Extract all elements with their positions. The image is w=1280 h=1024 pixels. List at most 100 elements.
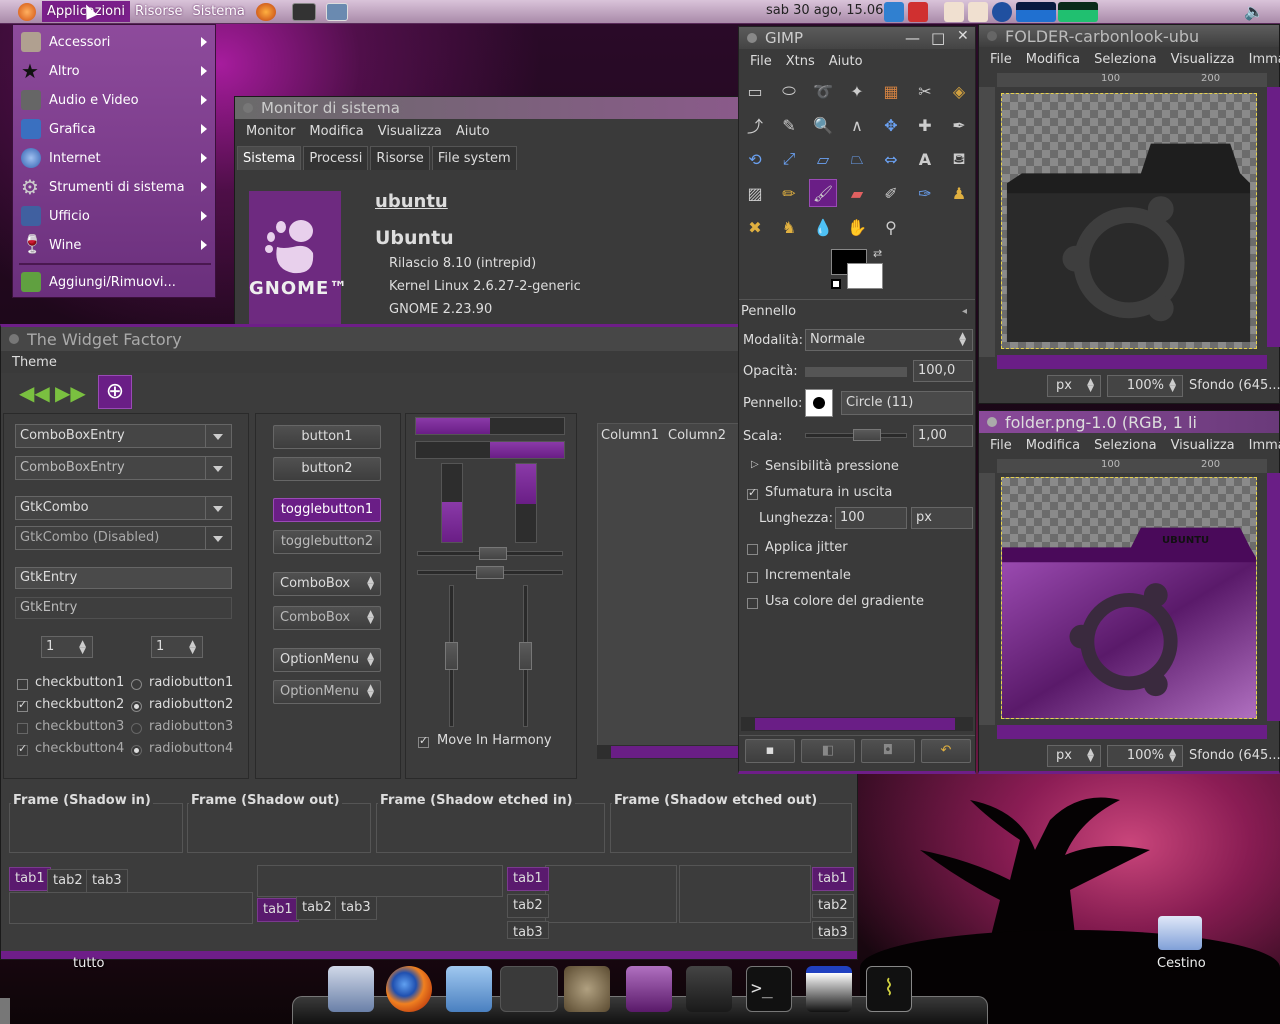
delete-options-icon[interactable]: ◘ bbox=[861, 739, 915, 763]
comboboxentry-2[interactable]: ComboBoxEntry bbox=[15, 456, 232, 480]
spinbutton-1[interactable]: 1 ▲ ▼ bbox=[41, 636, 93, 658]
gradient-color-label[interactable]: Usa colore del gradiente bbox=[765, 594, 924, 609]
window-menu-icon[interactable] bbox=[987, 31, 997, 41]
menu-file[interactable]: File bbox=[743, 54, 779, 69]
shear-icon[interactable]: ▱ bbox=[809, 145, 837, 173]
update-arrow-icon[interactable] bbox=[884, 2, 904, 22]
notebook-left-tab3[interactable]: tab3 bbox=[507, 921, 549, 939]
menu-immagine[interactable]: Immag bbox=[1242, 438, 1280, 453]
image-canvas[interactable] bbox=[1001, 93, 1257, 349]
tray-app-icon[interactable] bbox=[944, 2, 964, 22]
menu-immagine[interactable]: Immag bbox=[1242, 52, 1280, 67]
panel-clock[interactable]: sab 30 ago, 15.06 bbox=[766, 3, 883, 18]
restore-options-icon[interactable]: ◧ bbox=[801, 739, 855, 763]
default-colors-icon[interactable] bbox=[831, 279, 841, 289]
menu-sistema[interactable]: Sistema bbox=[187, 1, 249, 22]
notebook-right-tab3[interactable]: tab3 bbox=[812, 921, 854, 939]
length-unit-combo[interactable]: px bbox=[911, 507, 973, 529]
system-monitor-icon[interactable]: ⌇ bbox=[866, 966, 912, 1012]
menu-item-audio-video[interactable]: Audio e Video bbox=[13, 86, 215, 114]
scale-slider-thumb[interactable] bbox=[853, 429, 881, 441]
memory-monitor-graph[interactable] bbox=[1058, 2, 1098, 22]
smudge-icon[interactable]: ✋ bbox=[843, 213, 871, 241]
menu-visualizza[interactable]: Visualizza bbox=[1164, 438, 1242, 453]
gtkcombo[interactable]: GtkCombo bbox=[15, 496, 232, 520]
menu-modifica[interactable]: Modifica bbox=[1019, 438, 1087, 453]
menu-visualizza[interactable]: Visualizza bbox=[1164, 52, 1242, 67]
column1-header[interactable]: Column1 bbox=[601, 428, 659, 443]
firefox-icon[interactable] bbox=[386, 966, 432, 1012]
eraser-icon[interactable]: ▰ bbox=[843, 179, 871, 207]
blur-icon[interactable]: 💧 bbox=[809, 213, 837, 241]
back-icon[interactable]: ◀◀ bbox=[19, 381, 50, 405]
airbrush-icon[interactable]: ✐ bbox=[877, 179, 905, 207]
opacity-slider[interactable] bbox=[805, 367, 907, 377]
close-icon[interactable]: ✕ bbox=[957, 28, 969, 44]
move-in-harmony-box[interactable] bbox=[418, 734, 429, 748]
vscale-2-thumb[interactable] bbox=[519, 642, 532, 670]
treeview-hscrollbar[interactable] bbox=[597, 745, 739, 759]
scissors-icon[interactable]: ✂ bbox=[911, 77, 939, 105]
optionmenu-2[interactable]: OptionMenu ▲ ▼ bbox=[273, 680, 381, 704]
expander-arrow-icon[interactable]: ▷ bbox=[751, 459, 759, 470]
terminal-icon[interactable]: >_ bbox=[746, 966, 792, 1012]
notebook-right-tab2[interactable]: tab2 bbox=[812, 894, 854, 918]
radiobutton2-circle[interactable] bbox=[131, 701, 142, 712]
zoom-combo[interactable]: 100% ▲ ▼ bbox=[1107, 375, 1183, 397]
fuzzy-select-icon[interactable]: ✦ bbox=[843, 77, 871, 105]
radiobutton2-label[interactable]: radiobutton2 bbox=[149, 697, 233, 712]
incremental-checkbox[interactable] bbox=[747, 572, 758, 583]
gradient-doc-icon[interactable] bbox=[806, 966, 852, 1012]
notebook-bottom-tab1[interactable]: tab1 bbox=[257, 898, 299, 922]
fade-out-label[interactable]: Sfumatura in uscita bbox=[765, 485, 892, 500]
perspective-clone-icon[interactable]: ♞ bbox=[775, 213, 803, 241]
notebook-left-tab1[interactable]: tab1 bbox=[507, 867, 549, 891]
menu-seleziona[interactable]: Seleziona bbox=[1087, 438, 1163, 453]
volume-icon[interactable]: 🔈 bbox=[1244, 2, 1266, 22]
scroll-thumb[interactable] bbox=[755, 718, 955, 730]
forward-icon[interactable]: ▶▶ bbox=[55, 381, 86, 405]
menu-item-internet[interactable]: Internet bbox=[13, 144, 215, 172]
move-icon[interactable]: ✥ bbox=[877, 111, 905, 139]
menu-theme[interactable]: Theme bbox=[5, 355, 64, 370]
image-canvas[interactable]: UBUNTU bbox=[1001, 477, 1257, 719]
window-menu-icon[interactable] bbox=[9, 334, 19, 344]
notebook-top-tab1[interactable]: tab1 bbox=[9, 867, 51, 891]
measure-icon[interactable]: ∧ bbox=[843, 111, 871, 139]
power-icon[interactable] bbox=[908, 2, 928, 22]
dodge-burn-icon[interactable]: ⚲ bbox=[877, 213, 905, 241]
checkbutton1-box[interactable] bbox=[17, 679, 28, 690]
menu-visualizza[interactable]: Visualizza bbox=[371, 124, 449, 139]
menu-xtns[interactable]: Xtns bbox=[779, 54, 822, 69]
screenshot-launcher-icon[interactable] bbox=[325, 2, 348, 21]
vertical-ruler[interactable] bbox=[979, 87, 995, 357]
spin-arrows-icon[interactable]: ▲ ▼ bbox=[79, 640, 86, 656]
ellipse-select-icon[interactable]: ⬭ bbox=[775, 77, 803, 105]
unit-combo[interactable]: px ▲ ▼ bbox=[1047, 745, 1101, 767]
notebook-left-tab2[interactable]: tab2 bbox=[507, 894, 549, 918]
togglebutton2[interactable]: togglebutton2 bbox=[273, 530, 381, 554]
folder-dark-icon[interactable] bbox=[686, 966, 732, 1012]
add-icon[interactable]: ⊕ bbox=[98, 375, 132, 409]
background-color-swatch[interactable] bbox=[847, 263, 883, 289]
fade-out-checkbox[interactable] bbox=[747, 486, 758, 500]
notebook-bottom-tab2[interactable]: tab2 bbox=[296, 896, 338, 920]
blend-icon[interactable]: ▨ bbox=[741, 179, 769, 207]
perspective-icon[interactable]: ⏢ bbox=[843, 145, 871, 173]
menu-item-ufficio[interactable]: Ufficio bbox=[13, 202, 215, 230]
menu-item-strumenti[interactable]: ⚙ Strumenti di sistema bbox=[13, 173, 215, 201]
menu-file[interactable]: File bbox=[983, 52, 1019, 67]
mode-combo[interactable]: Normale ▲ ▼ bbox=[805, 329, 973, 351]
tab-risorse[interactable]: Risorse bbox=[370, 146, 430, 170]
folder-purple-icon[interactable] bbox=[626, 966, 672, 1012]
gradient-color-checkbox[interactable] bbox=[747, 598, 758, 609]
menu-aiuto[interactable]: Aiuto bbox=[449, 124, 497, 139]
tab-sistema[interactable]: Sistema bbox=[237, 146, 302, 170]
unit-combo[interactable]: px ▲ ▼ bbox=[1047, 375, 1101, 397]
save-options-icon[interactable]: ▪ bbox=[745, 739, 795, 763]
opacity-spin[interactable]: 100,0 bbox=[913, 360, 973, 382]
flip-icon[interactable]: ⇔ bbox=[877, 145, 905, 173]
reset-options-icon[interactable]: ↶ bbox=[921, 739, 971, 763]
window-menu-icon[interactable] bbox=[243, 103, 253, 113]
spinbutton-2[interactable]: 1 ▲ ▼ bbox=[151, 636, 203, 658]
